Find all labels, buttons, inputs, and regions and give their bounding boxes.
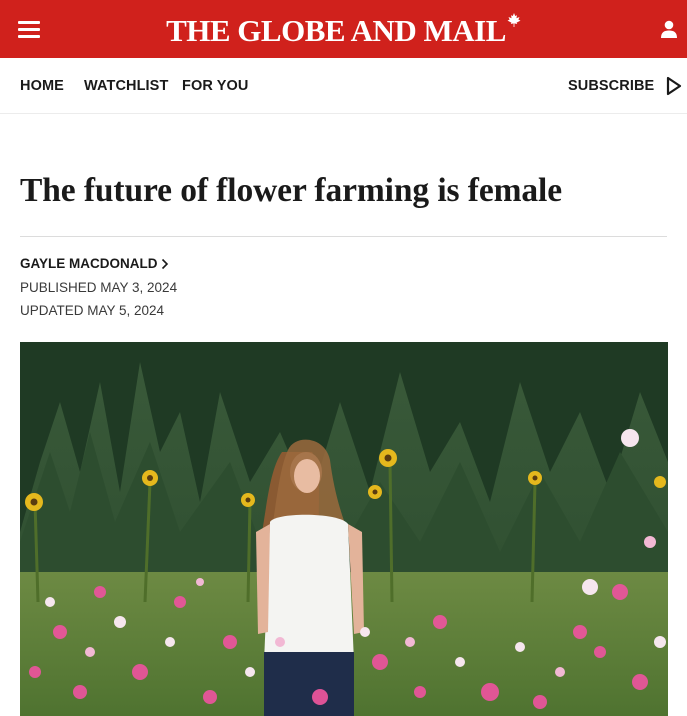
nav-item-watchlist[interactable]: WATCHLIST — [84, 78, 168, 94]
flower-field-photo — [20, 342, 668, 716]
author-name: GAYLE MACDONALD — [20, 256, 158, 271]
article-headline: The future of flower farming is female — [20, 172, 563, 209]
nav-item-for-you[interactable]: FOR YOU — [182, 78, 249, 94]
article-hero-image — [20, 342, 668, 716]
headline-divider — [20, 236, 667, 237]
section-nav: HOME WATCHLIST FOR YOU SUBSCRIBE — [0, 58, 687, 114]
nav-item-home[interactable]: HOME — [20, 78, 64, 94]
updated-date: UPDATED MAY 5, 2024 — [20, 303, 165, 318]
user-icon[interactable] — [659, 19, 679, 39]
subscribe-link[interactable]: SUBSCRIBE — [568, 78, 654, 94]
brand-title: THE GLOBE AND MAIL — [166, 12, 506, 48]
top-bar: THE GLOBE AND MAIL — [0, 0, 687, 58]
maple-leaf-icon — [507, 13, 521, 27]
published-date: PUBLISHED MAY 3, 2024 — [20, 280, 178, 295]
play-icon[interactable] — [666, 76, 683, 96]
brand-logo[interactable]: THE GLOBE AND MAIL — [0, 10, 687, 49]
chevron-right-icon — [161, 259, 168, 270]
author-link[interactable]: GAYLE MACDONALD — [20, 256, 169, 271]
